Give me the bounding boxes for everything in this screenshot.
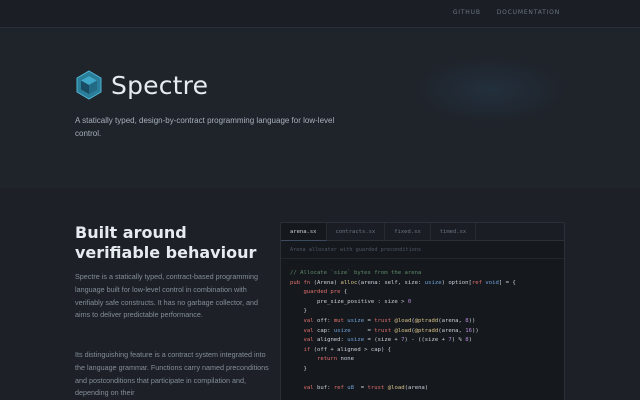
code-token: = (size + (364, 337, 402, 344)
code-token: val (303, 327, 317, 334)
tab-contracts[interactable]: contracts.sx (327, 223, 386, 241)
code-token: // Allocate `size` bytes from the arena (290, 270, 422, 276)
code-line: ​ (290, 375, 555, 385)
code-line: val cap: usize = trust @load(@ptradd(are… (290, 327, 555, 337)
code-token: @ptradd (414, 317, 439, 324)
code-token: alloc (340, 279, 358, 286)
code-token: off: (316, 317, 334, 324)
code-token: val (303, 337, 317, 344)
code-token: aligned: (316, 337, 348, 344)
code-editor: arena.sx contracts.sx fixed.sx timed.sx … (280, 222, 565, 400)
code-token: guarded pre (303, 289, 344, 296)
code-line: // Allocate `size` bytes from the arena (290, 269, 555, 279)
code-token: } (290, 308, 307, 315)
section-paragraph-1: Spectre is a statically typed, contract-… (75, 272, 258, 320)
spectre-logo-icon (76, 70, 102, 100)
code-line: } (290, 307, 555, 317)
code-block: // Allocate `size` bytes from the arena p… (281, 259, 564, 400)
top-nav: GITHUB DOCUMENTATION (453, 9, 560, 16)
code-token: pub fn (290, 279, 314, 286)
code-token: (arena, (438, 327, 466, 334)
code-token: (Arena) (313, 279, 341, 286)
code-token: void (485, 279, 499, 286)
brand-title: Spectre (111, 71, 209, 100)
code-token: val (303, 385, 317, 392)
tab-timed[interactable]: timed.sx (431, 223, 477, 241)
code-token: } (290, 365, 307, 372)
top-bar: GITHUB DOCUMENTATION (0, 0, 640, 28)
code-line: pub fn (Arena) alloc(arena: self, size: … (290, 279, 555, 289)
code-token: (off + aligned > cap) { (313, 346, 392, 353)
section-paragraph-2: Its distinguishing feature is a contract… (75, 350, 269, 398)
nav-github-link[interactable]: GITHUB (453, 9, 481, 16)
code-token: trust (374, 317, 395, 324)
code-token: )) (468, 317, 476, 324)
code-token: return (316, 356, 341, 363)
code-token: = (350, 327, 375, 334)
code-token: (arena: self, size: (357, 279, 425, 286)
code-token: usize (347, 317, 365, 324)
code-token: )) (471, 327, 479, 334)
code-line: } (290, 365, 555, 375)
code-token: ) % (451, 337, 466, 344)
code-token: ref (333, 385, 348, 392)
code-token: @ptradd (414, 327, 439, 334)
code-token: val (303, 317, 317, 324)
code-token: none (340, 356, 355, 363)
code-token: buf: (316, 385, 334, 392)
code-token: (arena) (404, 385, 429, 392)
code-token: pre_size_positive : size > (290, 298, 408, 305)
tab-arena[interactable]: arena.sx (281, 223, 327, 241)
code-token: 16 (465, 327, 472, 334)
code-token: 0 (407, 298, 412, 305)
code-token: @load (387, 385, 405, 392)
code-token: @load (394, 317, 412, 324)
code-token: ) option[ (441, 279, 472, 286)
section-title: Built around verifiable behaviour (75, 223, 257, 262)
code-token: cap: (316, 327, 334, 334)
code-token: ) (468, 337, 472, 344)
code-token: (arena, (438, 317, 466, 324)
code-line: guarded pre { (290, 288, 555, 298)
hero-tagline: A statically typed, design-by-contract p… (75, 116, 335, 138)
code-token: @load (394, 327, 412, 334)
code-token: ref (471, 279, 486, 286)
code-token: usize (347, 337, 365, 344)
code-line: return none (290, 355, 555, 365)
code-token: usize (424, 279, 442, 286)
tab-fixed[interactable]: fixed.sx (385, 223, 431, 241)
nav-documentation-link[interactable]: DOCUMENTATION (497, 9, 560, 16)
code-token: trust (367, 385, 388, 392)
code-token: = (364, 317, 375, 324)
code-token: trust (374, 327, 395, 334)
code-token: mut (333, 317, 348, 324)
code-token: = (354, 385, 368, 392)
code-token: usize (333, 327, 351, 334)
editor-caption: Arena allocator with guarded preconditio… (281, 241, 564, 259)
code-token: if (303, 346, 314, 353)
editor-tabs: arena.sx contracts.sx fixed.sx timed.sx (281, 223, 564, 241)
code-line: val aligned: usize = (size + 7) - ((size… (290, 336, 555, 346)
code-token: { (343, 289, 348, 296)
hero-glow (410, 55, 570, 125)
code-line: val off: mut usize = trust @load(@ptradd… (290, 317, 555, 327)
code-line: pre_size_positive : size > 0 (290, 298, 555, 308)
code-line: if (off + aligned > cap) { (290, 346, 555, 356)
code-token: ] = { (498, 279, 516, 286)
code-token: ) - ((size + (404, 337, 449, 344)
code-line: val buf: ref u8 = trust @load(arena) (290, 384, 555, 394)
